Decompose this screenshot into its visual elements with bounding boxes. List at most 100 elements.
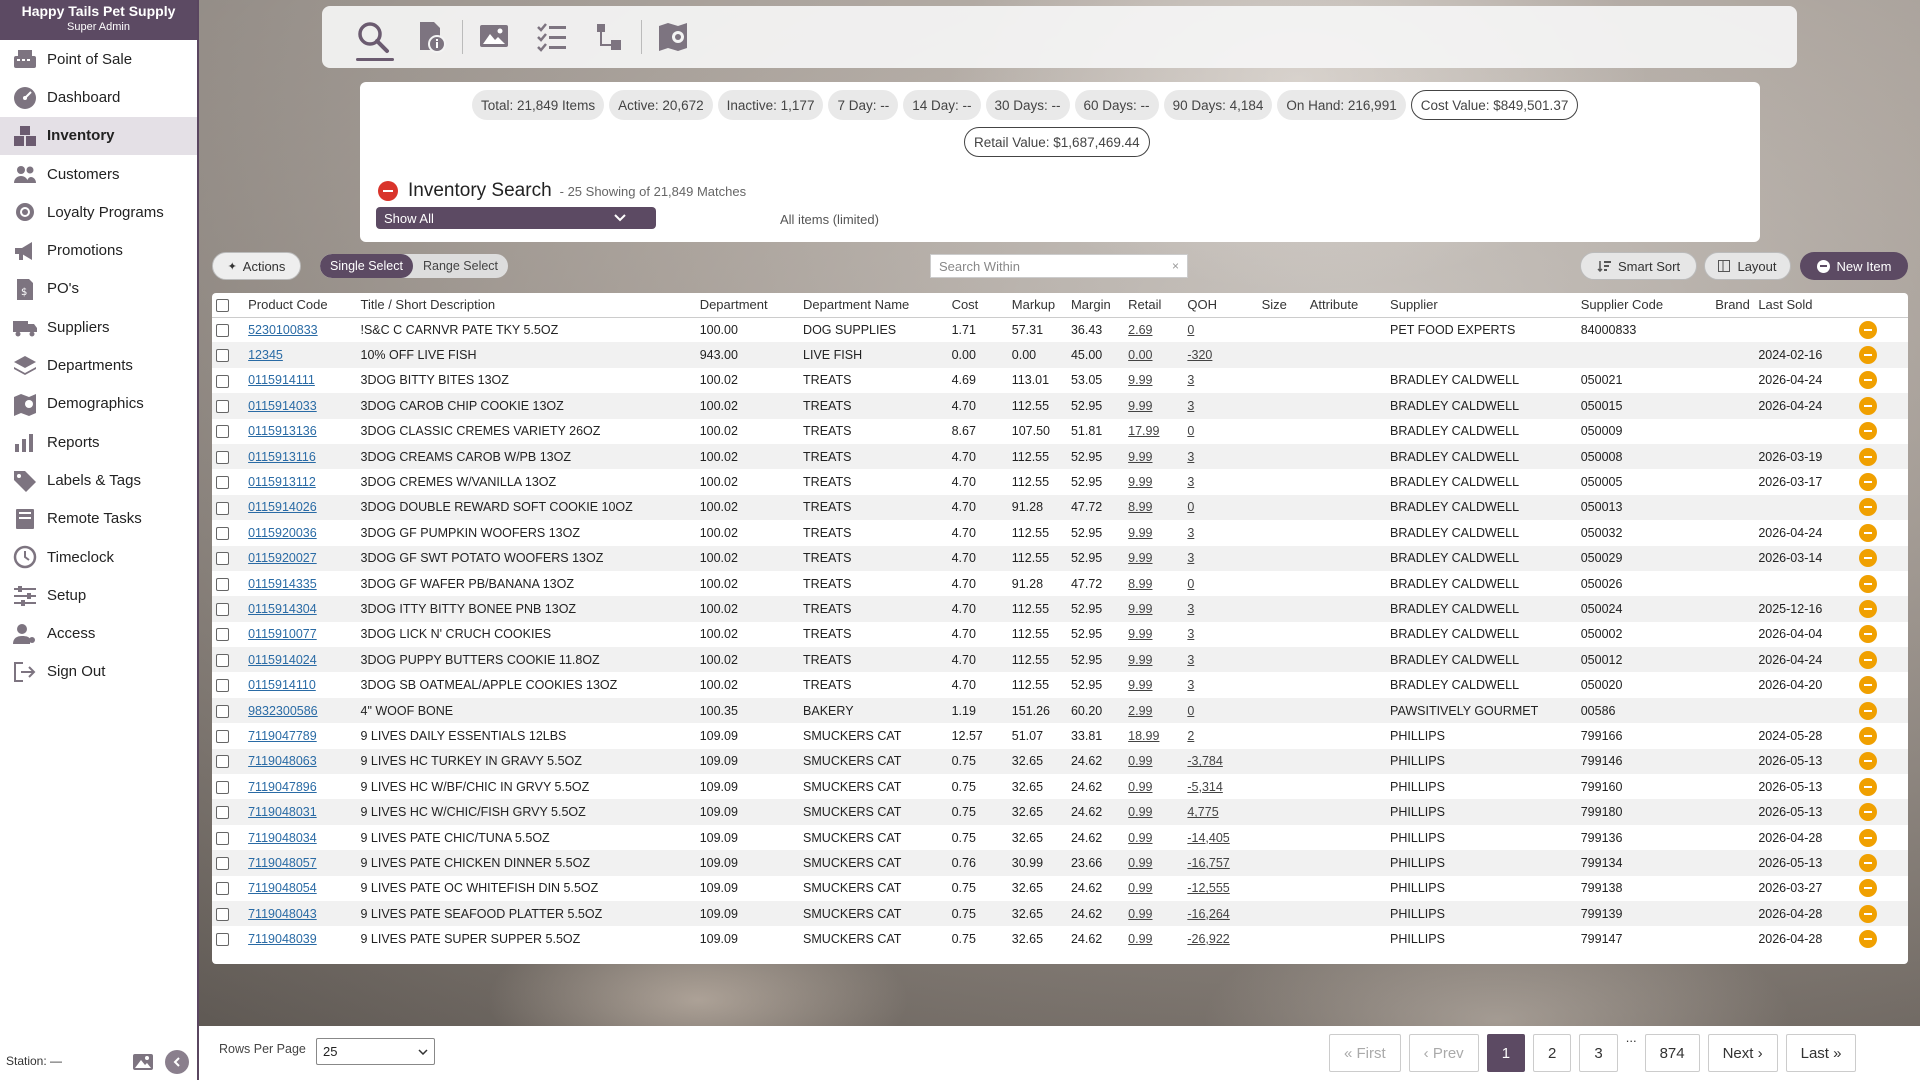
sidebar-item-dashboard[interactable]: Dashboard	[0, 78, 197, 116]
column-header[interactable]: Last Sold	[1754, 293, 1855, 318]
actions-button[interactable]: ✦ Actions	[212, 252, 301, 280]
row-checkbox[interactable]	[216, 399, 229, 413]
hierarchy-tool-button[interactable]	[581, 9, 639, 65]
retail-link[interactable]: 18.99	[1128, 729, 1159, 743]
collapse-sidebar-icon[interactable]	[165, 1050, 189, 1074]
row-remove-icon[interactable]	[1858, 396, 1877, 415]
retail-link[interactable]: 9.99	[1128, 475, 1152, 489]
row-checkbox[interactable]	[216, 324, 229, 338]
row-checkbox[interactable]	[216, 603, 229, 617]
sidebar-item-suppliers[interactable]: Suppliers	[0, 308, 197, 346]
sidebar-item-reports[interactable]: Reports	[0, 423, 197, 461]
column-header[interactable]: Cost	[947, 293, 1008, 318]
row-remove-icon[interactable]	[1858, 904, 1877, 923]
first-page-button[interactable]: « First	[1329, 1034, 1401, 1072]
sidebar-item-sign-out[interactable]: Sign Out	[0, 653, 197, 691]
clear-search-icon[interactable]: ×	[1172, 259, 1179, 273]
column-header[interactable]: Brand	[1711, 293, 1755, 318]
row-remove-icon[interactable]	[1858, 726, 1877, 745]
row-checkbox[interactable]	[216, 755, 229, 769]
table-row[interactable]: 9832300586 4" WOOF BONE 100.35 BAKERY 1.19 15…	[212, 697, 1908, 724]
qoh-link[interactable]: -320	[1187, 348, 1212, 362]
column-header[interactable]: Markup	[1007, 293, 1067, 318]
table-row[interactable]: 7119048063 9 LIVES HC TURKEY IN GRAVY 5.5…	[212, 748, 1908, 775]
smart-sort-button[interactable]: Smart Sort	[1580, 252, 1697, 280]
retail-link[interactable]: 0.99	[1128, 856, 1152, 870]
row-remove-icon[interactable]	[1858, 752, 1877, 771]
qoh-link[interactable]: 0	[1187, 577, 1194, 591]
next-page-button[interactable]: Next ›	[1707, 1034, 1778, 1072]
row-checkbox[interactable]	[216, 501, 229, 515]
page-2-button[interactable]: 2	[1533, 1034, 1572, 1072]
retail-link[interactable]: 0.99	[1128, 754, 1152, 768]
row-checkbox[interactable]	[216, 933, 229, 947]
retail-link[interactable]: 9.99	[1128, 602, 1152, 616]
row-checkbox[interactable]	[216, 831, 229, 845]
product-code-link[interactable]: 7119048039	[248, 932, 317, 946]
column-header[interactable]: Size	[1257, 293, 1306, 318]
table-row[interactable]: 0115914024 3DOG PUPPY BUTTERS COOKIE 11.8…	[212, 647, 1908, 673]
row-checkbox[interactable]	[216, 450, 229, 464]
retail-link[interactable]: 0.99	[1128, 780, 1152, 794]
qoh-link[interactable]: 3	[1187, 653, 1194, 667]
qoh-link[interactable]: 3	[1187, 627, 1194, 641]
qoh-link[interactable]: -16,757	[1187, 856, 1229, 870]
row-remove-icon[interactable]	[1858, 676, 1877, 695]
retail-link[interactable]: 9.99	[1128, 399, 1152, 413]
row-remove-icon[interactable]	[1858, 879, 1877, 898]
table-row[interactable]: 0115914033 3DOG CAROB CHIP COOKIE 13OZ 100…	[212, 393, 1908, 419]
product-code-link[interactable]: 5230100833	[248, 323, 318, 337]
qoh-link[interactable]: 4,775	[1187, 805, 1218, 819]
product-code-link[interactable]: 0115920036	[248, 526, 317, 540]
image-toggle-icon[interactable]	[131, 1050, 155, 1074]
row-checkbox[interactable]	[216, 425, 229, 439]
page-1-button[interactable]: 1	[1486, 1034, 1526, 1072]
row-remove-icon[interactable]	[1858, 549, 1877, 568]
last-page-number-button[interactable]: 874	[1644, 1034, 1700, 1072]
images-tool-button[interactable]	[465, 9, 523, 65]
row-remove-icon[interactable]	[1858, 625, 1877, 644]
sidebar-item-demographics[interactable]: Demographics	[0, 385, 197, 423]
product-code-link[interactable]: 0115913136	[248, 424, 317, 438]
column-header[interactable]: Margin	[1066, 293, 1125, 318]
last-page-button[interactable]: Last »	[1785, 1034, 1857, 1072]
search-within-input[interactable]: Search Within ×	[930, 254, 1188, 278]
column-header[interactable]: Title / Short Description	[356, 293, 696, 318]
product-code-link[interactable]: 0115910077	[248, 627, 317, 641]
retail-link[interactable]: 17.99	[1128, 424, 1159, 438]
product-code-link[interactable]: 0115914033	[248, 399, 317, 413]
filter-select[interactable]: Show All	[376, 207, 656, 229]
column-header[interactable]: Department Name	[799, 293, 948, 318]
product-code-link[interactable]: 0115914026	[248, 500, 317, 514]
qoh-link[interactable]: 2	[1187, 729, 1194, 743]
qoh-link[interactable]: -3,784	[1187, 754, 1222, 768]
qoh-link[interactable]: 3	[1187, 526, 1194, 540]
product-code-link[interactable]: 0115914110	[248, 678, 316, 692]
range-select-button[interactable]: Range Select	[413, 254, 508, 278]
sidebar-item-access[interactable]: Access	[0, 614, 197, 652]
sidebar-item-setup[interactable]: Setup	[0, 576, 197, 614]
sidebar-item-loyalty-programs[interactable]: Loyalty Programs	[0, 193, 197, 231]
table-row[interactable]: 7119048039 9 LIVES PATE SUPER SUPPER 5.5O…	[212, 926, 1908, 951]
row-remove-icon[interactable]	[1858, 447, 1877, 466]
table-row[interactable]: 0115914111 3DOG BITTY BITES 13OZ 100.02 TRE…	[212, 368, 1908, 393]
table-row[interactable]: 0115910077 3DOG LICK N' CRUCH COOKIES 100.…	[212, 622, 1908, 647]
checklist-tool-button[interactable]	[523, 9, 581, 65]
layout-button[interactable]: Layout	[1704, 252, 1791, 280]
qoh-link[interactable]: 3	[1187, 373, 1194, 387]
retail-link[interactable]: 0.99	[1128, 881, 1152, 895]
column-header[interactable]: QOH	[1183, 293, 1258, 318]
sidebar-item-inventory[interactable]: Inventory	[0, 116, 197, 155]
table-row[interactable]: 0115920027 3DOG GF SWT POTATO WOOFERS 13O…	[212, 545, 1908, 571]
column-header[interactable]: Product Code	[244, 293, 357, 318]
single-select-button[interactable]: Single Select	[320, 254, 413, 278]
product-code-link[interactable]: 0115914335	[248, 577, 317, 591]
retail-link[interactable]: 0.99	[1128, 932, 1152, 946]
product-code-link[interactable]: 7119048057	[248, 856, 317, 870]
item-info-tool-button[interactable]	[402, 9, 460, 65]
row-remove-icon[interactable]	[1858, 346, 1877, 365]
table-row[interactable]: 7119048057 9 LIVES PATE CHICKEN DINNER 5.…	[212, 850, 1908, 876]
page-3-button[interactable]: 3	[1579, 1034, 1618, 1072]
row-checkbox[interactable]	[216, 476, 229, 490]
table-row[interactable]: 7119048043 9 LIVES PATE SEAFOOD PLATTER 5…	[212, 900, 1908, 927]
